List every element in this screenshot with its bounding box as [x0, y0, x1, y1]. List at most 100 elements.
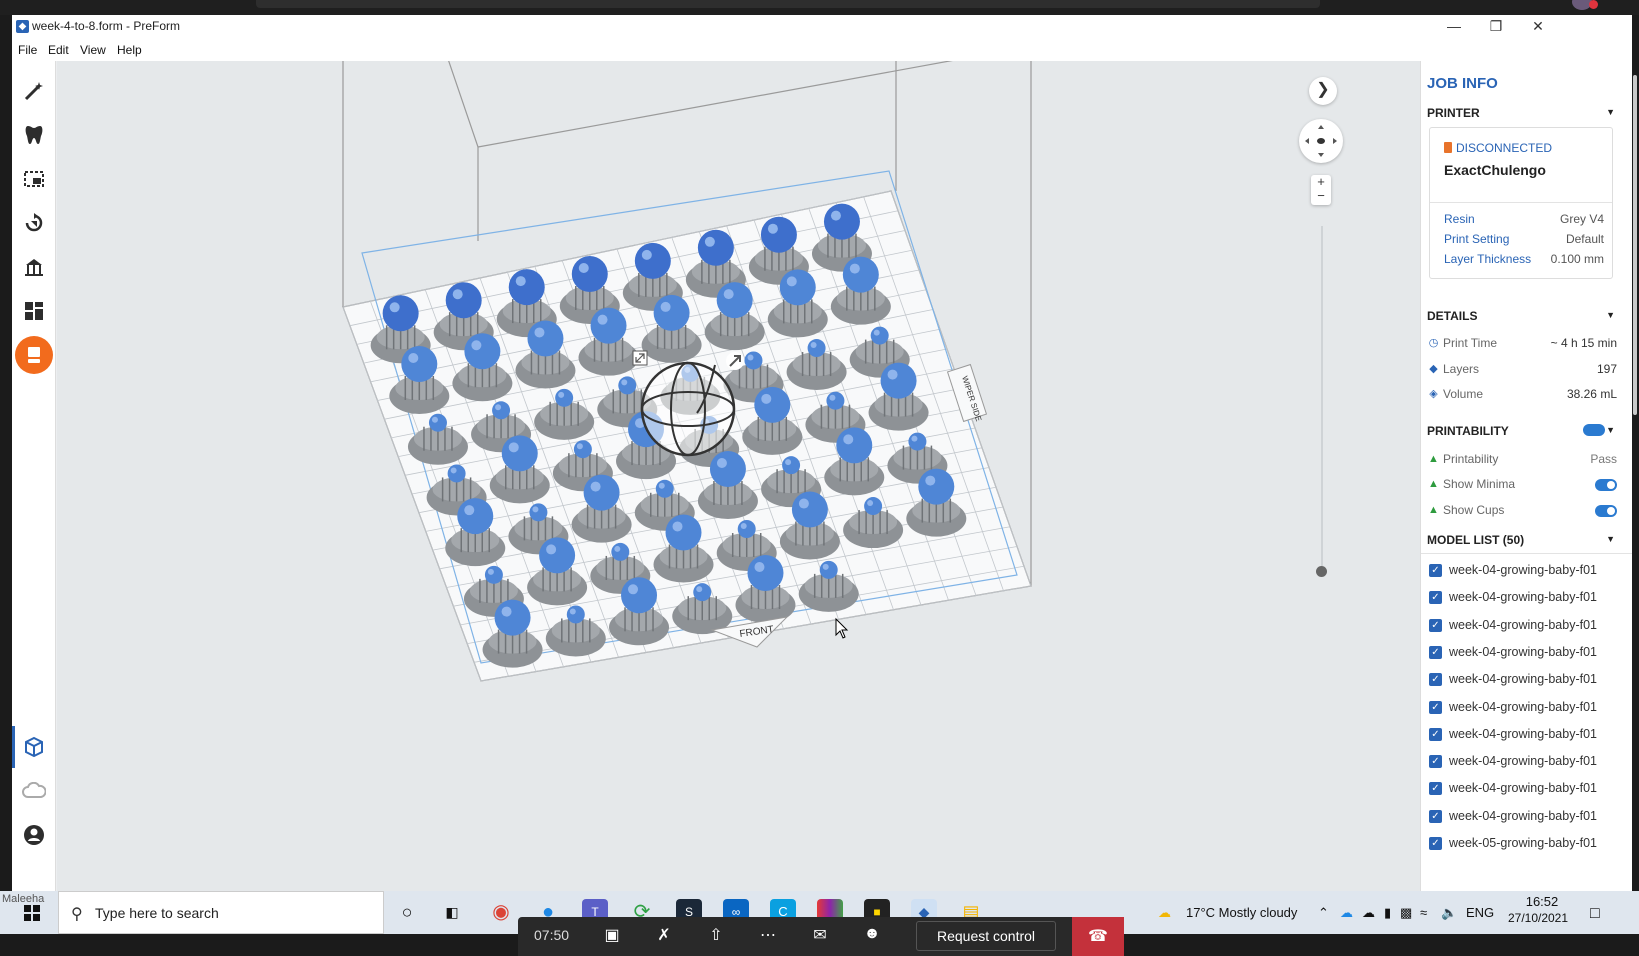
share-screen-icon[interactable]: ⇧	[704, 925, 728, 947]
layer-thickness-label[interactable]: Layer Thickness	[1444, 252, 1531, 266]
cube-view-icon[interactable]	[20, 733, 48, 761]
model-name: week-04-growing-baby-f01	[1449, 563, 1597, 577]
model-name: week-04-growing-baby-f01	[1449, 781, 1597, 796]
move-arrow-icon[interactable]	[726, 352, 744, 370]
layer-slider-handle[interactable]	[1316, 566, 1327, 577]
participants-icon[interactable]: ☻	[860, 925, 884, 947]
camera-pan-control[interactable]	[1299, 119, 1343, 163]
model-list-item[interactable]: ✓ week-04-growing-baby-f01	[1427, 614, 1627, 636]
weather-text[interactable]: 17°C Mostly cloudy	[1186, 905, 1297, 920]
layers-label: Layers	[1443, 362, 1480, 376]
chrome-icon[interactable]: ◉	[488, 899, 514, 925]
minimize-button[interactable]: —	[1432, 15, 1476, 39]
layer-thickness-value: 0.100 mm	[1550, 252, 1604, 266]
scale-handle-icon[interactable]	[632, 350, 648, 366]
print-icon[interactable]	[15, 336, 53, 374]
rotation-gizmo[interactable]	[640, 361, 736, 457]
model-checkbox[interactable]: ✓	[1429, 645, 1442, 659]
model-checkbox[interactable]: ✓	[1429, 809, 1442, 823]
menu-file[interactable]: File	[18, 43, 37, 57]
cloud-tray-icon[interactable]: ☁	[1362, 905, 1375, 921]
model-checkbox[interactable]: ✓	[1429, 782, 1442, 796]
network-icon[interactable]: ▩	[1400, 905, 1412, 921]
supports-icon[interactable]	[20, 253, 48, 281]
zoom-control[interactable]: + −	[1311, 175, 1331, 205]
more-options-icon[interactable]: ⋯	[756, 925, 780, 947]
usb-icon[interactable]: ▮	[1384, 905, 1391, 921]
volume-value: 38.26 mL	[1566, 387, 1617, 401]
model-list-item[interactable]: ✓ week-04-growing-baby-f01	[1427, 805, 1627, 827]
onedrive-icon[interactable]: ☁	[1340, 905, 1353, 921]
show-cups-row: ▲ Show Cups	[1421, 501, 1617, 521]
menu-view[interactable]: View	[80, 43, 106, 57]
model-list-item[interactable]: ✓ week-04-growing-baby-f01	[1427, 777, 1627, 799]
model-list-section-header[interactable]: MODEL LIST (50) ▼	[1427, 533, 1617, 547]
tooth-icon[interactable]	[20, 121, 48, 149]
chat-icon[interactable]: ✉	[808, 925, 832, 947]
printability-toggle[interactable]	[1583, 424, 1605, 436]
task-view-icon[interactable]: ◧	[439, 899, 465, 925]
model-list-item[interactable]: ✓ week-04-growing-baby-f01	[1427, 668, 1627, 690]
print-setting-label[interactable]: Print Setting	[1444, 232, 1509, 246]
printer-section-header[interactable]: PRINTER ▼	[1427, 106, 1617, 120]
account-icon[interactable]	[20, 821, 48, 849]
model-list-item[interactable]: ✓ week-05-growing-baby-f01	[1427, 832, 1627, 854]
close-button[interactable]: ✕	[1516, 15, 1560, 39]
menu-edit[interactable]: Edit	[48, 43, 69, 57]
request-control-button[interactable]: Request control	[916, 921, 1056, 951]
model-checkbox[interactable]: ✓	[1429, 837, 1442, 850]
printer-icon	[1444, 142, 1452, 153]
window-title: week-4-to-8.form - PreForm	[32, 19, 181, 33]
model-checkbox[interactable]: ✓	[1429, 727, 1442, 741]
model-checkbox[interactable]: ✓	[1429, 618, 1442, 632]
panel-title: JOB INFO	[1427, 75, 1498, 92]
tray-chevron-icon[interactable]: ⌃	[1318, 905, 1329, 921]
preform-window: ◆ week-4-to-8.form - PreForm — ❐ ✕ File …	[12, 15, 1637, 891]
printability-section-header[interactable]: PRINTABILITY ▼	[1427, 424, 1617, 438]
layers-value: 197	[1596, 362, 1617, 376]
volume-icon[interactable]: 🔈	[1441, 905, 1457, 921]
orient-icon[interactable]	[20, 209, 48, 237]
details-section-header[interactable]: DETAILS ▼	[1427, 309, 1617, 323]
language-indicator[interactable]: ENG	[1466, 905, 1494, 920]
expand-panel-chevron-icon[interactable]: ❯	[1309, 77, 1337, 105]
zoom-out-button[interactable]: −	[1311, 189, 1331, 203]
model-list-item[interactable]: ✓ week-04-growing-baby-f01	[1427, 723, 1627, 745]
mute-microphone-icon[interactable]: ✗	[652, 925, 676, 947]
active-tool-indicator	[12, 726, 15, 768]
cortana-icon[interactable]: ○	[394, 899, 420, 925]
panel-scrollbar[interactable]	[1633, 75, 1637, 415]
clock-area[interactable]: 16:52 27/10/2021	[1508, 894, 1568, 925]
show-minima-toggle[interactable]	[1595, 479, 1617, 491]
build-platform-scene[interactable]: FRONT WIPER SIDE	[57, 61, 1420, 891]
model-checkbox[interactable]: ✓	[1429, 673, 1442, 687]
model-list-item[interactable]: ✓ week-04-growing-baby-f01	[1427, 750, 1627, 772]
3d-viewport[interactable]: FRONT WIPER SIDE ❯ + −	[57, 61, 1420, 891]
model-checkbox[interactable]: ✓	[1429, 755, 1442, 769]
wifi-icon[interactable]: ≈	[1420, 905, 1427, 920]
camera-icon[interactable]: ▣	[600, 925, 624, 947]
notification-center-icon[interactable]: □	[1590, 905, 1600, 923]
layer-slider-track[interactable]	[1321, 226, 1323, 566]
model-list-item[interactable]: ✓ week-04-growing-baby-f01	[1427, 559, 1627, 581]
cloud-icon[interactable]	[20, 777, 48, 805]
model-checkbox[interactable]: ✓	[1429, 591, 1442, 605]
restore-button[interactable]: ❐	[1474, 15, 1518, 39]
model-list-item[interactable]: ✓ week-04-growing-baby-f01	[1427, 696, 1627, 718]
model-checkbox[interactable]: ✓	[1429, 700, 1442, 714]
layers-row: ◆ Layers 197	[1421, 360, 1617, 380]
menu-help[interactable]: Help	[117, 43, 142, 57]
select-box-icon[interactable]	[20, 165, 48, 193]
model-checkbox[interactable]: ✓	[1429, 564, 1442, 577]
layout-icon[interactable]	[20, 297, 48, 325]
hang-up-button[interactable]: ☎	[1072, 917, 1124, 956]
show-cups-toggle[interactable]	[1595, 505, 1617, 517]
taskbar-search[interactable]: ⚲ Type here to search	[58, 891, 384, 934]
zoom-in-button[interactable]: +	[1311, 175, 1331, 189]
start-button[interactable]: Maleeha	[0, 891, 58, 934]
resin-label[interactable]: Resin	[1444, 212, 1475, 226]
model-list-item[interactable]: ✓ week-04-growing-baby-f01	[1427, 641, 1627, 663]
model-list-item[interactable]: ✓ week-04-growing-baby-f01	[1427, 586, 1627, 608]
magic-wand-icon[interactable]	[20, 77, 48, 105]
model-name: week-04-growing-baby-f01	[1449, 808, 1597, 823]
